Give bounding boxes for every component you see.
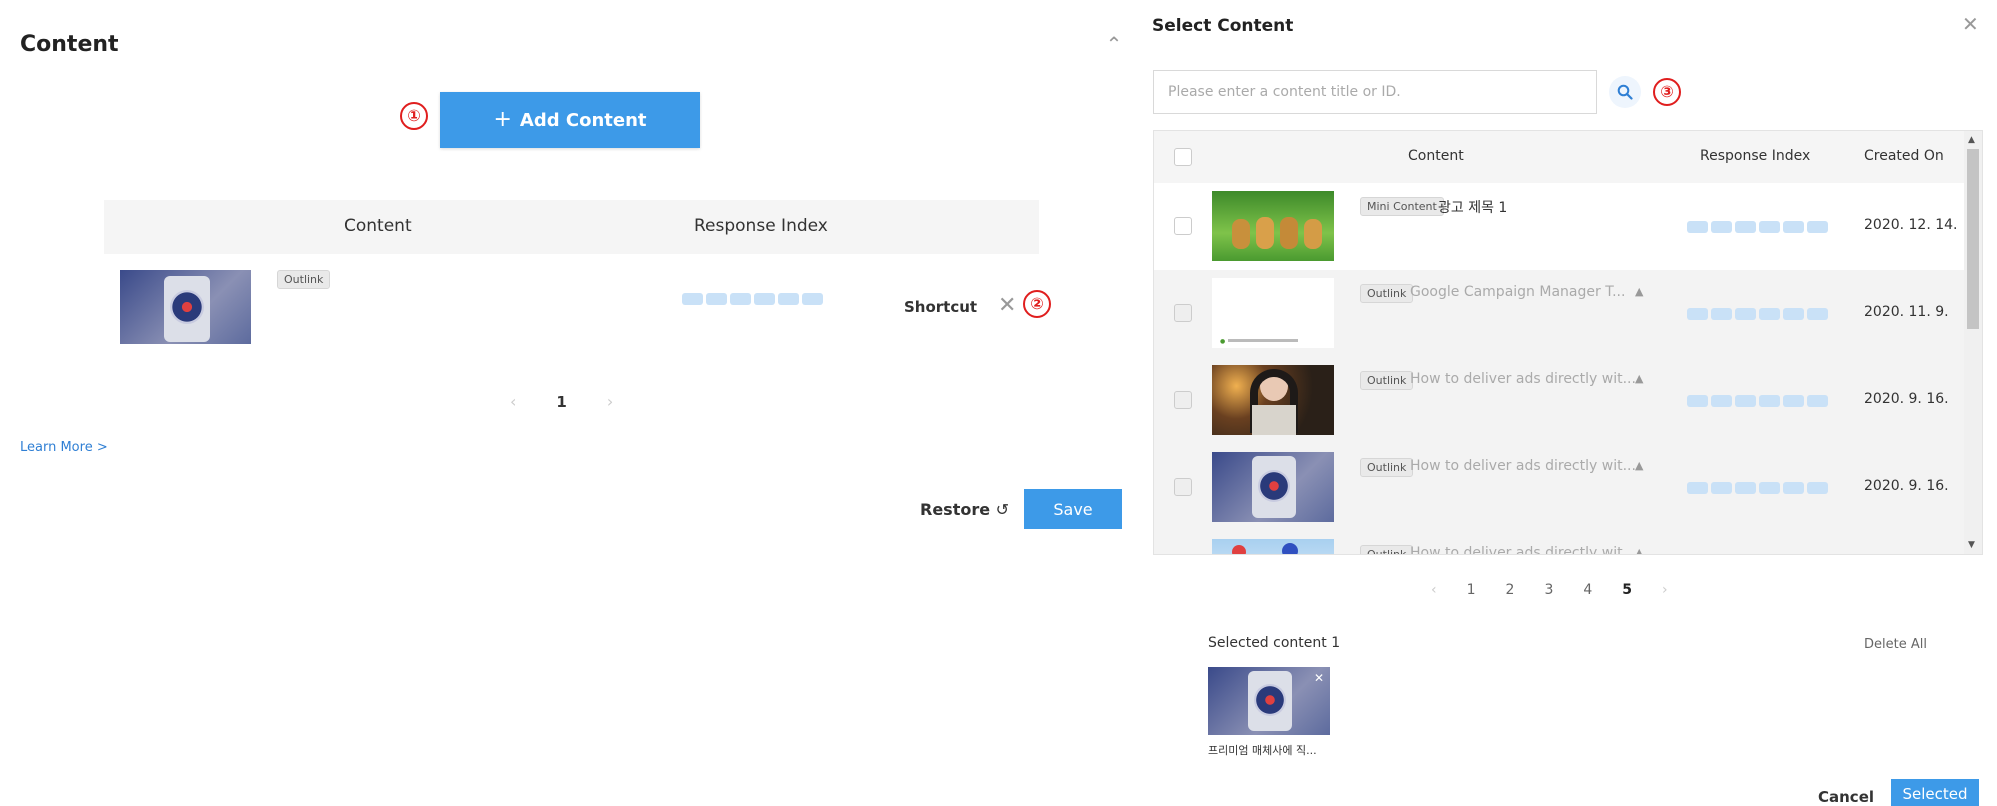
content-select-table: Content Response Index Created On Mini C… [1153, 130, 1983, 555]
delete-all-button[interactable]: Delete All [1864, 637, 1927, 652]
table-header: Content Response Index Created On [1154, 131, 1964, 183]
created-date: 2020. 11. 9. [1864, 304, 1949, 320]
marker-1: ① [400, 102, 428, 130]
row-checkbox[interactable] [1174, 217, 1192, 235]
page-1[interactable]: 1 [1467, 582, 1476, 598]
content-title: How to deliver ads directly wit... [1410, 545, 1636, 555]
selected-content-label: Selected content 1 [1208, 635, 1341, 651]
scroll-up-icon[interactable]: ▲ [1968, 135, 1975, 145]
search-button[interactable] [1609, 76, 1641, 108]
table-scrollbar[interactable]: ▲ ▼ [1964, 131, 1982, 554]
warning-icon: ▲ [1635, 372, 1644, 385]
chevron-right-icon[interactable]: › [1662, 582, 1668, 598]
content-tag: Outlink [1360, 458, 1414, 477]
content-tag: Outlink [1360, 545, 1414, 554]
content-thumbnail [120, 270, 251, 344]
table-row[interactable]: Outlink How to deliver ads directly wit.… [1154, 531, 1964, 555]
close-icon[interactable]: ✕ [1962, 12, 1979, 36]
plus-icon: + [493, 107, 512, 132]
scroll-down-icon[interactable]: ▼ [1968, 540, 1975, 550]
content-thumbnail [1212, 452, 1334, 522]
page-title: Content [20, 32, 119, 57]
header-content: Content [1408, 148, 1464, 164]
table-row[interactable]: ● Outlink Google Campaign Manager T... ▲… [1154, 270, 1964, 357]
row-checkbox[interactable] [1174, 478, 1192, 496]
row-checkbox[interactable] [1174, 304, 1192, 322]
content-thumbnail [1212, 539, 1334, 554]
page-number[interactable]: 1 [556, 393, 566, 411]
restore-label: Restore [920, 500, 991, 519]
page-4[interactable]: 4 [1583, 582, 1592, 598]
pagination: ‹ 1 › [510, 392, 613, 411]
woman-thumbnail [1212, 365, 1334, 435]
close-icon[interactable]: ✕ [998, 293, 1016, 318]
created-date: 2020. 9. 16. [1864, 391, 1949, 407]
page-5[interactable]: 5 [1622, 582, 1632, 598]
shortcut-link[interactable]: Shortcut [904, 298, 977, 316]
content-tag: Outlink [1360, 284, 1414, 303]
restore-button[interactable]: Restore ↺ [920, 500, 1009, 519]
search-input[interactable] [1153, 70, 1597, 114]
header-response-index: Response Index [1700, 148, 1811, 164]
response-index-bar [1687, 395, 1828, 407]
warning-icon: ▲ [1635, 285, 1644, 298]
table-row: Outlink [104, 254, 1039, 354]
modal-title: Select Content [1152, 16, 1294, 36]
page-3[interactable]: 3 [1544, 582, 1553, 598]
header-content: Content [344, 216, 412, 236]
chevron-up-icon[interactable]: ⌃ [1102, 32, 1126, 56]
created-date: 2020. 9. 16. [1864, 478, 1949, 494]
marker-3: ③ [1653, 78, 1681, 106]
scrollbar-thumb[interactable] [1967, 149, 1979, 329]
content-title: How to deliver ads directly wit... [1410, 458, 1636, 474]
refresh-icon: ↺ [995, 500, 1010, 519]
content-table: Content Response Index Outlink [104, 200, 1039, 354]
header-created-on: Created On [1864, 148, 1944, 164]
table-row[interactable]: Mini Content 광고 제목 1 2020. 12. 14. [1154, 183, 1964, 270]
save-button[interactable]: Save [1024, 489, 1122, 529]
puppies-thumbnail [1212, 191, 1334, 261]
marker-2: ② [1023, 290, 1051, 318]
content-tag: Mini Content [1360, 197, 1444, 216]
selected-content-caption: 프리미엄 매체사에 직... [1208, 744, 1317, 757]
created-date: 2020. 12. 14. [1864, 217, 1958, 233]
selected-button[interactable]: Selected [1891, 779, 1979, 806]
chevron-right-icon[interactable]: › [607, 392, 613, 411]
content-tag: Outlink [1360, 371, 1414, 390]
content-panel: Content ⌃ ① + Add Content Content Respon… [0, 0, 1135, 806]
add-content-button[interactable]: + Add Content [440, 92, 700, 148]
response-index-bar [1687, 308, 1828, 320]
modal-pagination: ‹ 1 2 3 4 5 › [1431, 582, 1668, 598]
search-icon [1617, 84, 1633, 100]
warning-icon: ▲ [1635, 546, 1644, 555]
select-all-checkbox[interactable] [1174, 148, 1192, 166]
row-checkbox[interactable] [1174, 391, 1192, 409]
chevron-left-icon[interactable]: ‹ [1431, 582, 1437, 598]
content-title: Google Campaign Manager T... [1410, 284, 1626, 300]
chevron-left-icon[interactable]: ‹ [510, 392, 516, 411]
response-index-bar [1687, 482, 1828, 494]
warning-icon: ▲ [1635, 459, 1644, 472]
outlink-tag: Outlink [277, 270, 331, 289]
page-2[interactable]: 2 [1506, 582, 1515, 598]
select-content-modal: Select Content ✕ ③ Content Response Inde… [1135, 0, 1997, 806]
campaign-manager-thumbnail: ● [1212, 278, 1334, 348]
table-header: Content Response Index [104, 200, 1039, 254]
learn-more-link[interactable]: Learn More > [20, 440, 108, 455]
close-icon[interactable]: ✕ [1311, 670, 1327, 686]
content-title: How to deliver ads directly wit... [1410, 371, 1636, 387]
content-title: 광고 제목 1 [1438, 200, 1508, 216]
header-response-index: Response Index [694, 216, 828, 236]
add-content-label: Add Content [519, 109, 647, 131]
table-row[interactable]: Outlink How to deliver ads directly wit.… [1154, 357, 1964, 444]
cancel-button[interactable]: Cancel [1818, 788, 1874, 806]
response-index-bar [682, 293, 823, 305]
response-index-bar [1687, 221, 1828, 233]
table-row[interactable]: Outlink How to deliver ads directly wit.… [1154, 444, 1964, 531]
